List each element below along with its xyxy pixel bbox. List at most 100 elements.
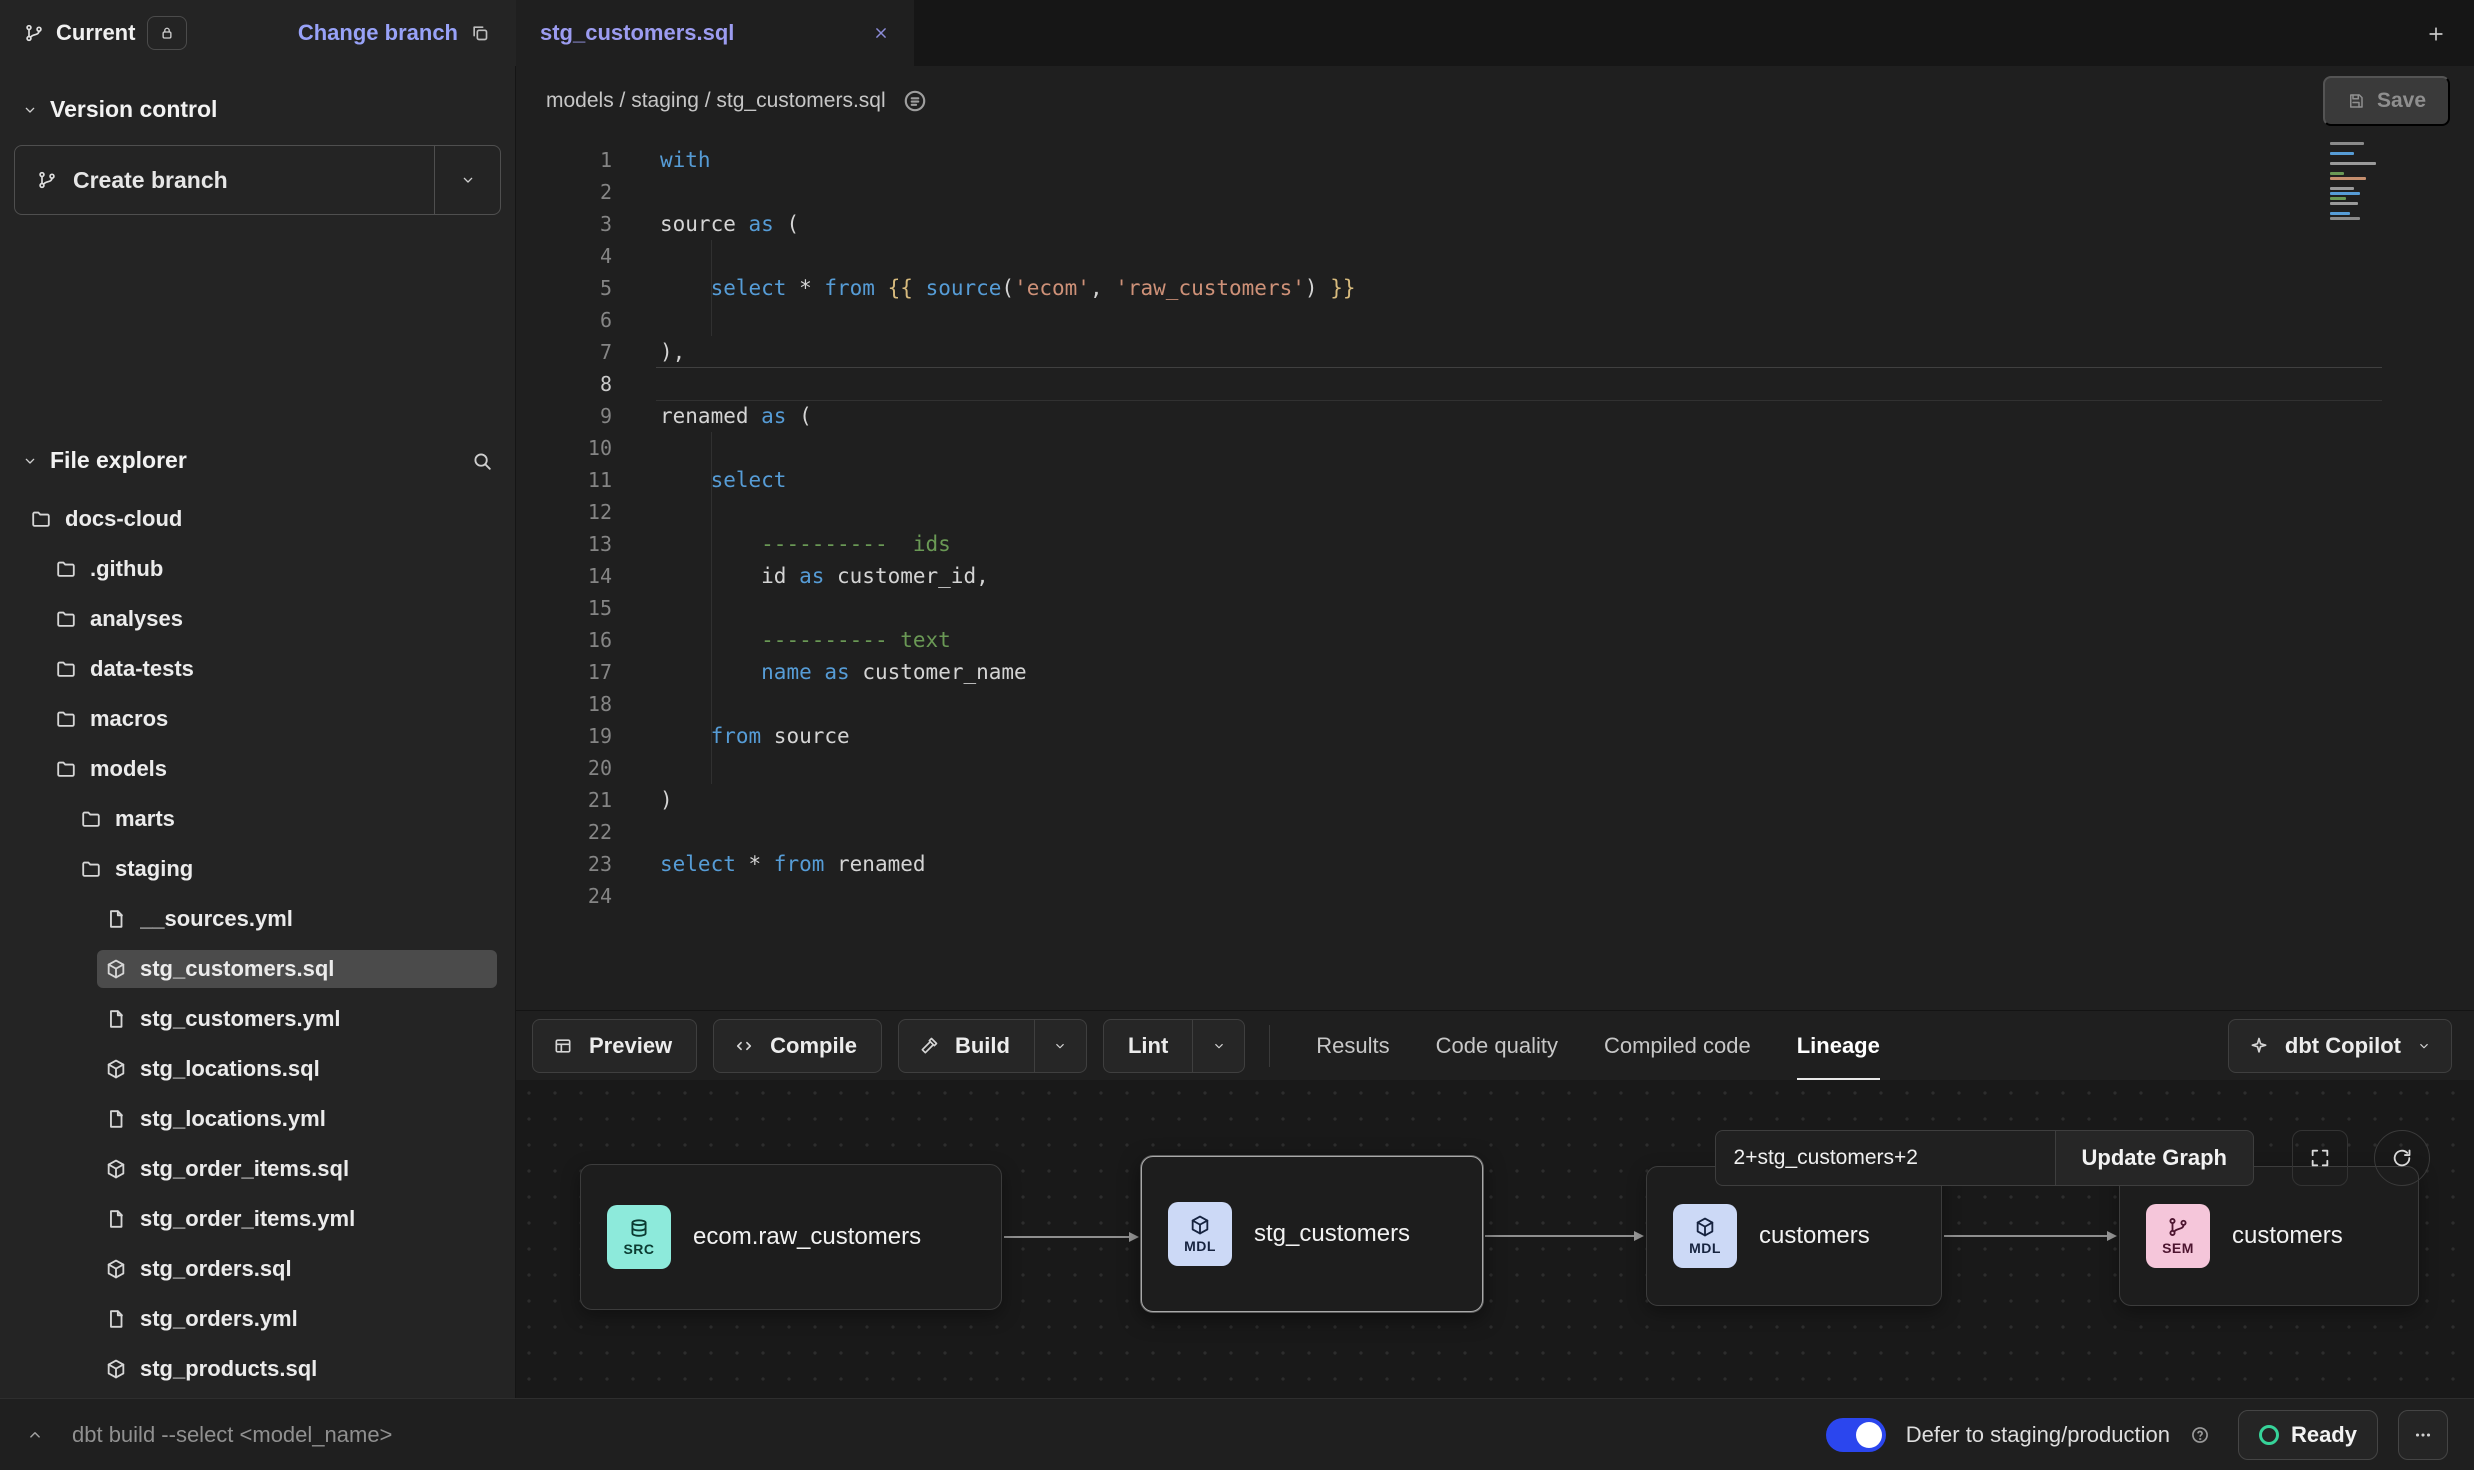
tree-item-label: docs-cloud [65,506,182,532]
code-editor[interactable]: 1with23source as (45 select * from {{ so… [516,136,2474,1010]
code-line[interactable]: 15 [516,592,2474,624]
tree-item-stg-locations-sql[interactable]: stg_locations.sql [0,1044,515,1094]
code-line[interactable]: 12 [516,496,2474,528]
tree-item-macros[interactable]: macros [0,694,515,744]
new-tab-button[interactable] [2416,14,2456,54]
tree-item-stg-order-items-yml[interactable]: stg_order_items.yml [0,1194,515,1244]
code-line[interactable]: 8 [516,368,2474,400]
code-line[interactable]: 11 select [516,464,2474,496]
tab-title: stg_customers.sql [540,20,734,46]
help-icon[interactable] [2190,1425,2210,1445]
code-line[interactable]: 4 [516,240,2474,272]
tree-item-stg-order-items-sql[interactable]: stg_order_items.sql [0,1144,515,1194]
code-line[interactable]: 1with [516,144,2474,176]
code-line[interactable]: 22 [516,816,2474,848]
tree-item--github[interactable]: .github [0,544,515,594]
command-input[interactable]: dbt build --select <model_name> [72,1422,392,1448]
copy-icon[interactable] [470,23,490,43]
refresh-button[interactable] [2374,1130,2430,1186]
chevron-down-icon [1212,1039,1226,1053]
search-icon[interactable] [471,450,493,472]
build-dropdown[interactable] [1034,1020,1086,1072]
tab-compiled-code[interactable]: Compiled code [1604,1011,1751,1081]
compile-button[interactable]: Compile [713,1019,882,1073]
editor-toolbar: Preview Compile Build Lint [516,1010,2474,1080]
code-text: source as ( [612,208,799,240]
code-line[interactable]: 2 [516,176,2474,208]
cube-icon [105,958,127,980]
line-number: 16 [516,624,612,656]
lineage-node-customers[interactable]: SEMcustomers [2119,1166,2419,1306]
lint-button[interactable]: Lint [1104,1020,1192,1072]
tree-item--sources-yml[interactable]: __sources.yml [0,894,515,944]
lint-dropdown[interactable] [1192,1020,1244,1072]
code-line[interactable]: 10 [516,432,2474,464]
folder-icon [55,658,77,680]
create-branch-main[interactable]: Create branch [15,146,434,214]
code-line[interactable]: 21) [516,784,2474,816]
preview-button[interactable]: Preview [532,1019,697,1073]
defer-toggle[interactable] [1826,1418,1886,1452]
code-line[interactable]: 23select * from renamed [516,848,2474,880]
tree-item-stg-products-sql[interactable]: stg_products.sql [0,1344,515,1394]
tree-item-marts[interactable]: marts [0,794,515,844]
code-line[interactable]: 19 from source [516,720,2474,752]
chevron-down-icon [1053,1039,1067,1053]
code-line[interactable]: 18 [516,688,2474,720]
code-text: ) [612,784,673,816]
tree-item-analyses[interactable]: analyses [0,594,515,644]
file-explorer-header[interactable]: File explorer [0,431,515,490]
tree-item-content: marts [72,800,497,838]
lineage-node-customers[interactable]: MDLcustomers [1646,1166,1942,1306]
tree-item-label: stg_customers.sql [140,956,334,982]
create-branch-dropdown[interactable] [434,146,500,214]
lineage-panel: SRCecom.raw_customersMDLstg_customersMDL… [516,1080,2474,1398]
code-line[interactable]: 14 id as customer_id, [516,560,2474,592]
code-line[interactable]: 24 [516,880,2474,912]
line-number: 7 [516,336,612,368]
code-line[interactable]: 5 select * from {{ source('ecom', 'raw_c… [516,272,2474,304]
tree-item-content: docs-cloud [22,500,497,538]
code-line[interactable]: 7), [516,336,2474,368]
save-icon [2347,92,2365,110]
tree-item-stg-customers-yml[interactable]: stg_customers.yml [0,994,515,1044]
code-line[interactable]: 20 [516,752,2474,784]
file-status-icon[interactable] [902,88,928,114]
fullscreen-button[interactable] [2292,1130,2348,1186]
build-button[interactable]: Build [899,1020,1034,1072]
tab-stg-customers-sql[interactable]: stg_customers.sql [516,0,914,66]
node-badge-mdl: MDL [1168,1202,1232,1266]
code-line[interactable]: 6 [516,304,2474,336]
update-graph-button[interactable]: Update Graph [2055,1130,2254,1186]
code-line[interactable]: 17 name as customer_name [516,656,2474,688]
tree-item-stg-locations-yml[interactable]: stg_locations.yml [0,1094,515,1144]
tree-item-stg-orders-yml[interactable]: stg_orders.yml [0,1294,515,1344]
more-options-button[interactable] [2398,1410,2448,1460]
tab-results[interactable]: Results [1316,1011,1389,1081]
lineage-selector-input[interactable] [1715,1130,2055,1186]
lineage-node-ecom-raw-customers[interactable]: SRCecom.raw_customers [580,1164,1002,1310]
code-line[interactable]: 3source as ( [516,208,2474,240]
change-branch-link[interactable]: Change branch [298,20,458,46]
lineage-node-stg-customers[interactable]: MDLstg_customers [1141,1156,1483,1312]
code-line[interactable]: 16 ---------- text [516,624,2474,656]
code-line[interactable]: 9renamed as ( [516,400,2474,432]
code-line[interactable]: 13 ---------- ids [516,528,2474,560]
tree-item-data-tests[interactable]: data-tests [0,644,515,694]
save-button[interactable]: Save [2323,76,2450,126]
current-branch-label[interactable]: Current [56,20,135,46]
dbt-copilot-button[interactable]: dbt Copilot [2228,1019,2452,1073]
tree-item-stg-orders-sql[interactable]: stg_orders.sql [0,1244,515,1294]
version-control-header[interactable]: Version control [0,66,515,139]
ready-status[interactable]: Ready [2238,1410,2378,1460]
close-icon[interactable] [872,24,890,42]
tree-item-docs-cloud[interactable]: docs-cloud [0,494,515,544]
tree-item-models[interactable]: models [0,744,515,794]
chevron-up-icon[interactable] [26,1426,44,1444]
tree-item-staging[interactable]: staging [0,844,515,894]
node-label: customers [2232,1222,2343,1250]
tab-lineage[interactable]: Lineage [1797,1011,1880,1081]
tree-item-stg-customers-sql[interactable]: stg_customers.sql [0,944,515,994]
minimap[interactable] [2330,142,2388,220]
tab-code-quality[interactable]: Code quality [1436,1011,1558,1081]
